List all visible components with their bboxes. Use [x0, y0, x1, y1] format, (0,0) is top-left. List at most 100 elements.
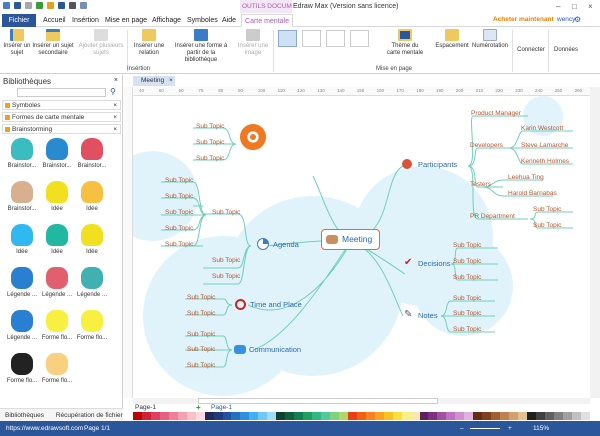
library-shape[interactable]: Forme flo... — [39, 353, 75, 384]
color-swatch[interactable] — [464, 412, 474, 420]
color-swatch[interactable] — [356, 412, 366, 420]
library-shape[interactable]: Idée — [74, 181, 110, 212]
subtopic[interactable]: PR Department — [470, 213, 515, 220]
subtopic[interactable]: Harold Barnabas — [508, 190, 557, 197]
color-swatch[interactable] — [312, 412, 322, 420]
color-swatch[interactable] — [258, 412, 268, 420]
new-icon[interactable] — [36, 2, 43, 9]
subtopic[interactable]: Kenneth Holmes — [521, 158, 569, 165]
print-icon[interactable] — [69, 2, 76, 9]
color-swatch[interactable] — [329, 412, 339, 420]
color-swatch[interactable] — [338, 412, 348, 420]
subtopic[interactable]: Sub Topic — [212, 273, 240, 280]
color-swatch[interactable] — [500, 412, 510, 420]
close-panel-icon[interactable]: × — [114, 77, 118, 84]
color-swatch[interactable] — [482, 412, 492, 420]
insert-subtopic-button[interactable]: Insérer un sujet secondaire — [32, 29, 74, 57]
color-swatch[interactable] — [509, 412, 518, 420]
library-shape[interactable]: Légende ... — [74, 267, 110, 298]
undo-icon[interactable] — [14, 2, 21, 9]
color-swatch[interactable] — [231, 412, 241, 420]
zoom-out-icon[interactable]: – — [460, 421, 464, 436]
tab-accueil[interactable]: Accueil — [43, 14, 66, 27]
subtopic[interactable]: Sub Topic — [196, 155, 224, 162]
page-selector[interactable]: Page-1 — [135, 404, 156, 411]
insert-image-button[interactable]: Insérer une image — [236, 29, 270, 57]
color-swatch[interactable] — [401, 412, 411, 420]
color-swatch[interactable] — [517, 412, 527, 420]
topic-agenda[interactable]: Agenda — [273, 240, 299, 249]
page-tab[interactable]: Page-1 — [211, 404, 232, 411]
tab-affichage[interactable]: Affichage — [152, 14, 181, 27]
subtopic[interactable]: Sub Topic — [212, 209, 240, 216]
library-shape[interactable]: Forme flo... — [74, 310, 110, 341]
tab-recuperation[interactable]: Récupération de fichier — [56, 412, 123, 419]
tab-mise-en-page[interactable]: Mise en page — [105, 14, 147, 27]
tab-symboles[interactable]: Symboles — [187, 14, 218, 27]
insert-relation-button[interactable]: Insérer une relation — [131, 29, 167, 57]
minimize-button[interactable]: – — [556, 2, 560, 11]
library-shape[interactable]: Idée — [39, 181, 75, 212]
settings-gear-icon[interactable]: ⚙ — [574, 15, 581, 24]
color-swatch[interactable] — [222, 412, 232, 420]
export-icon[interactable] — [80, 2, 87, 9]
library-shape[interactable]: Forme flo... — [39, 310, 75, 341]
maximize-button[interactable]: □ — [572, 2, 577, 11]
mindmap-theme-button[interactable]: Thème du carte mentale — [385, 29, 425, 57]
color-swatch[interactable] — [544, 412, 554, 420]
subtopic[interactable]: Product Manager — [471, 110, 521, 117]
tab-bibliotheques[interactable]: Bibliothèques — [5, 412, 44, 419]
library-shape[interactable]: Légende ... — [4, 267, 40, 298]
drawing-canvas[interactable]: Meeting Participants Product Manager Dev… — [133, 96, 590, 398]
color-swatch[interactable] — [186, 412, 196, 420]
connect-button[interactable]: Connecter — [515, 47, 547, 54]
tab-fichier[interactable]: Fichier — [2, 14, 36, 27]
subtopic[interactable]: Sub Topic — [187, 346, 215, 353]
document-tab[interactable]: Meeting × — [133, 76, 175, 86]
color-swatch[interactable] — [526, 412, 536, 420]
redo-icon[interactable] — [25, 2, 32, 9]
subtopic[interactable]: Karin Westcott — [521, 125, 563, 132]
color-swatch[interactable] — [428, 412, 438, 420]
color-swatch[interactable] — [535, 412, 545, 420]
color-swatch[interactable] — [365, 412, 375, 420]
color-swatch[interactable] — [213, 412, 223, 420]
color-swatch[interactable] — [168, 412, 178, 420]
subtopic[interactable]: Sub Topic — [165, 177, 193, 184]
subtopic[interactable]: Sub Topic — [453, 295, 481, 302]
color-swatch[interactable] — [276, 412, 286, 420]
library-brainstorming[interactable]: Brainstorming × — [2, 124, 121, 134]
library-shape[interactable]: Brainstor... — [4, 181, 40, 212]
color-swatch[interactable] — [446, 412, 456, 420]
color-swatch[interactable] — [150, 412, 160, 420]
tab-carte-mentale[interactable]: Carte mentale — [241, 14, 293, 27]
subtopic[interactable]: Sub Topic — [187, 362, 215, 369]
subtopic[interactable]: Sub Topic — [453, 242, 481, 249]
color-swatch[interactable] — [491, 412, 501, 420]
insert-library-shape-button[interactable]: Insérer une forme à partir de la bibliot… — [170, 29, 232, 64]
subtopic[interactable]: Sub Topic — [453, 326, 481, 333]
subtopic[interactable]: Sub Topic — [165, 209, 193, 216]
library-shape[interactable]: Idée — [74, 224, 110, 255]
color-swatch[interactable] — [419, 412, 429, 420]
color-swatch[interactable] — [383, 412, 393, 420]
color-swatch[interactable] — [455, 412, 465, 420]
color-swatch[interactable] — [347, 412, 357, 420]
subtopic[interactable]: Sub Topic — [165, 225, 193, 232]
subtopic[interactable]: Sub Topic — [453, 274, 481, 281]
library-shape[interactable]: Forme flo... — [4, 353, 40, 384]
tab-insertion[interactable]: Insértion — [72, 14, 99, 27]
color-swatch[interactable] — [294, 412, 304, 420]
subtopic[interactable]: Sub Topic — [533, 206, 561, 213]
color-swatch[interactable] — [195, 412, 205, 420]
color-swatch[interactable] — [410, 412, 420, 420]
color-swatch[interactable] — [249, 412, 259, 420]
add-multiple-topics-button[interactable]: Ajouter plusieurs sujets — [77, 29, 125, 57]
topic-participants[interactable]: Participants — [418, 160, 457, 169]
layout-map-button[interactable] — [278, 30, 297, 47]
zoom-slider[interactable] — [470, 428, 500, 429]
subtopic[interactable]: Developers — [470, 142, 503, 149]
insert-topic-button[interactable]: Insérer un sujet — [3, 29, 31, 57]
color-swatch[interactable] — [580, 412, 590, 420]
close-icon[interactable]: × — [113, 113, 117, 122]
